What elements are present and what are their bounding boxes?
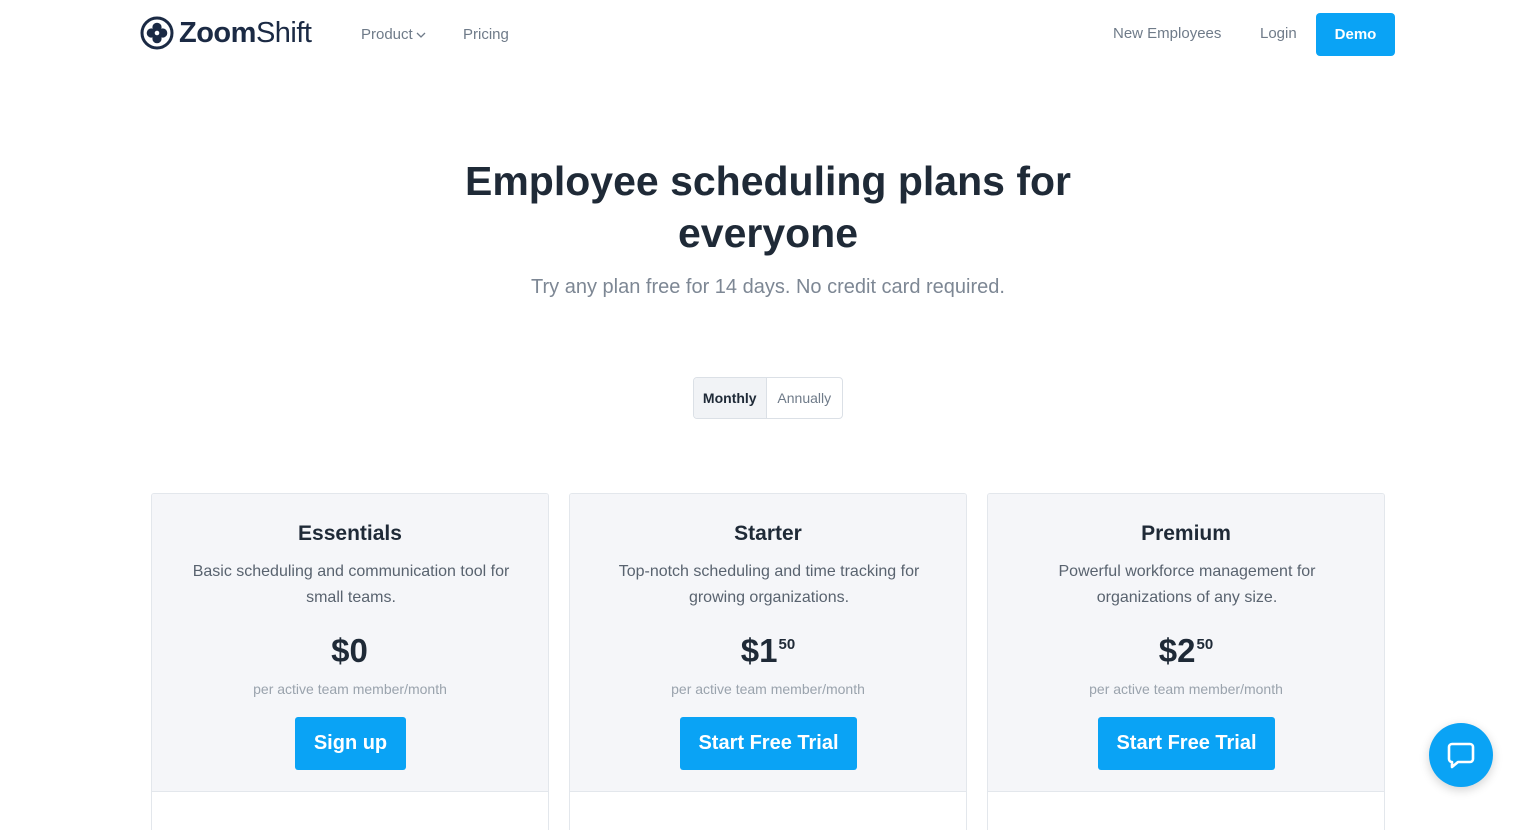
chat-bubble-icon xyxy=(1447,742,1475,769)
top-navigation: ZoomShift Product Pricing New Employees … xyxy=(0,0,1536,70)
plan-card-premium: Premium Powerful workforce management fo… xyxy=(987,493,1385,830)
plan-price-main: $0 xyxy=(331,632,368,669)
plan-description: Powerful workforce management for organi… xyxy=(1058,563,1316,606)
plan-card-header: Premium Powerful workforce management fo… xyxy=(988,494,1384,792)
logo-wordmark: ZoomShift xyxy=(179,17,312,49)
plan-card-essentials: Essentials Basic scheduling and communic… xyxy=(151,493,549,830)
page-title: Employee scheduling plans for everyone xyxy=(0,155,1536,259)
plan-price: $2 50 xyxy=(988,632,1384,670)
plan-card-header: Essentials Basic scheduling and communic… xyxy=(152,494,548,792)
plan-price-main: $2 xyxy=(1158,632,1196,669)
plan-price-note: per active team member/month xyxy=(671,681,865,697)
plan-name: Premium xyxy=(1141,522,1231,545)
nav-pricing-link[interactable]: Pricing xyxy=(463,25,509,45)
plan-price-note: per active team member/month xyxy=(1089,681,1283,697)
plan-name: Essentials xyxy=(298,522,402,545)
sign-up-button[interactable]: Sign up xyxy=(295,717,406,770)
billing-monthly-option[interactable]: Monthly xyxy=(694,378,767,418)
start-free-trial-button[interactable]: Start Free Trial xyxy=(1098,717,1275,770)
plan-card-starter: Starter Top-notch scheduling and time tr… xyxy=(569,493,967,830)
plan-price-cents: 50 xyxy=(778,636,796,653)
plan-description: Top-notch scheduling and time tracking f… xyxy=(618,563,920,606)
zoomshift-logo[interactable]: ZoomShift xyxy=(140,16,312,50)
plan-description: Basic scheduling and communication tool … xyxy=(192,563,510,606)
page-title-line-2: everyone xyxy=(677,210,859,256)
chevron-down-icon xyxy=(416,32,426,38)
plan-price-main: $1 xyxy=(740,632,778,669)
nav-login-link[interactable]: Login xyxy=(1260,24,1297,44)
chat-launcher-button[interactable] xyxy=(1429,723,1493,787)
billing-annually-option[interactable]: Annually xyxy=(767,378,842,418)
zoomshift-logo-icon xyxy=(140,16,174,50)
nav-product-dropdown[interactable]: Product xyxy=(361,25,426,45)
start-free-trial-button[interactable]: Start Free Trial xyxy=(680,717,857,770)
page-title-line-1: Employee scheduling plans for xyxy=(464,158,1071,204)
plan-price: $0 xyxy=(152,632,548,670)
plan-card-header: Starter Top-notch scheduling and time tr… xyxy=(570,494,966,792)
plan-price-note: per active team member/month xyxy=(253,681,447,697)
plan-name: Starter xyxy=(734,522,802,545)
billing-period-toggle: Monthly Annually xyxy=(693,377,843,419)
plan-price-cents: 50 xyxy=(1196,636,1214,653)
nav-new-employees-link[interactable]: New Employees xyxy=(1113,24,1221,44)
plan-price: $1 50 xyxy=(570,632,966,670)
nav-product-label: Product xyxy=(361,26,413,43)
demo-button[interactable]: Demo xyxy=(1316,13,1395,56)
page-subtitle: Try any plan free for 14 days. No credit… xyxy=(531,276,1005,298)
